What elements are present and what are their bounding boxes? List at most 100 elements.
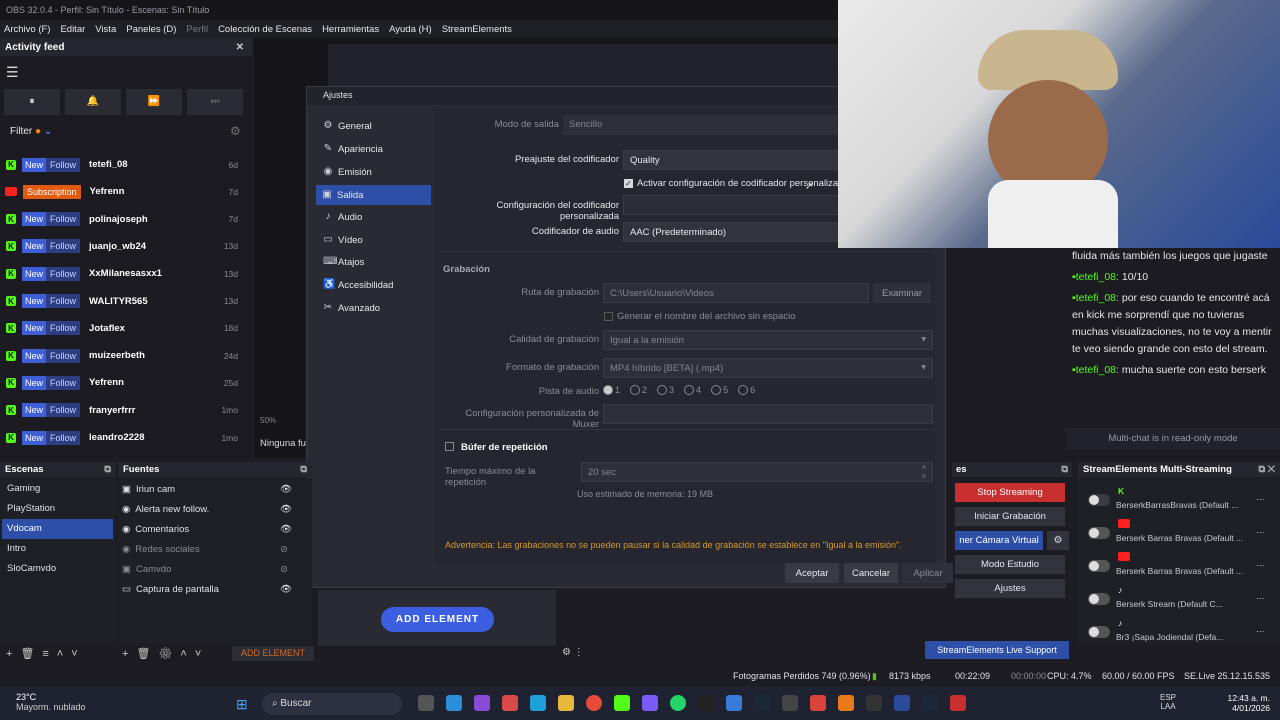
feed-row[interactable]: K New Follow Yefrenn 25d bbox=[0, 369, 238, 396]
source-item[interactable]: ▣ Iriun cam 👁 bbox=[122, 479, 302, 499]
nav-salida[interactable]: ▣ Salida bbox=[316, 185, 431, 205]
nav-accesibilidad[interactable]: ♿ Accesibilidad bbox=[317, 275, 431, 295]
search-box[interactable]: ⌕ Buscar bbox=[262, 693, 402, 715]
support-button[interactable]: StreamElements Live Support bbox=[925, 641, 1069, 659]
scene-item[interactable]: Vdocam bbox=[2, 519, 113, 539]
menu-paneles[interactable]: Paneles (D) bbox=[126, 24, 176, 35]
feed-row[interactable]: K New Follow juanjo_wb24 13d bbox=[0, 233, 238, 260]
source-item[interactable]: ▣ Camvdo ⊘ bbox=[122, 559, 302, 579]
bufer-checkbox[interactable] bbox=[445, 442, 454, 451]
pista-radio[interactable]: 4 bbox=[684, 385, 701, 395]
discord-icon[interactable] bbox=[642, 695, 658, 711]
nav-atajos[interactable]: ⌨ Atajos bbox=[317, 252, 431, 272]
trash-icon[interactable]: 🗑 bbox=[20, 648, 42, 660]
pista-radio[interactable]: 1 bbox=[603, 385, 620, 395]
camara-virtual-button[interactable]: ner Cámara Virtual bbox=[955, 531, 1043, 550]
eye-hidden-icon[interactable]: ⊘ bbox=[280, 564, 288, 575]
nav-apariencia[interactable]: ✎ Apariencia bbox=[317, 139, 431, 159]
feed-row[interactable]: K New Follow muizeerbeth 24d bbox=[0, 342, 238, 369]
cancelar-button[interactable]: Cancelar bbox=[844, 563, 898, 583]
app-icon[interactable] bbox=[838, 695, 854, 711]
modo-field[interactable]: Sencillo bbox=[563, 115, 841, 135]
steam-icon[interactable] bbox=[922, 695, 938, 711]
examinar-button[interactable]: Examinar bbox=[873, 283, 931, 303]
pista-radio[interactable]: 6 bbox=[738, 385, 755, 395]
source-item[interactable]: ◉ Alerta new follow. 👁 bbox=[122, 499, 302, 519]
down-icon[interactable]: ˅ bbox=[71, 648, 85, 660]
gear-icon[interactable]: ⚙ bbox=[230, 124, 241, 138]
windows-start-icon[interactable]: ⊞ bbox=[236, 696, 248, 713]
app-icon[interactable] bbox=[894, 695, 910, 711]
feed-row[interactable]: K New Follow polinajoseph 7d bbox=[0, 206, 238, 233]
more-icon[interactable]: ⋯ bbox=[1256, 626, 1265, 637]
skip-button[interactable]: ⏩ bbox=[126, 89, 182, 115]
taskview-icon[interactable] bbox=[418, 695, 434, 711]
menu-editar[interactable]: Editar bbox=[60, 24, 85, 35]
nav-emision[interactable]: ◉ Emisión bbox=[317, 162, 431, 182]
feed-row[interactable]: Subscription Yefrenn 7d bbox=[0, 178, 238, 205]
add-element-small-button[interactable]: ADD ELEMENT bbox=[232, 646, 314, 661]
tiempo-spinbox[interactable]: 20 sec ˄ ˅ bbox=[581, 462, 933, 482]
app-icon[interactable] bbox=[446, 695, 462, 711]
codificador-audio-select[interactable]: AAC (Predeterminado) bbox=[623, 222, 841, 242]
close-icon[interactable]: ⧉ ✕ bbox=[1258, 464, 1275, 475]
ruta-field[interactable]: C:\Users\Usuario\Videos bbox=[603, 283, 869, 303]
eye-icon[interactable]: 👁 bbox=[280, 484, 292, 495]
feed-row[interactable]: K New Follow franyerfrrr 1mo bbox=[0, 397, 238, 424]
toggle-switch[interactable] bbox=[1088, 494, 1110, 506]
menu-perfil[interactable]: Perfil bbox=[186, 24, 208, 35]
more-icon[interactable]: ⋯ bbox=[1256, 593, 1265, 604]
source-item[interactable]: ▭ Captura de pantalla 👁 bbox=[122, 579, 302, 599]
formato-select[interactable]: MP4 híbrido [BETA] (.mp4) ▾ bbox=[603, 358, 933, 378]
up-icon[interactable]: ˄ bbox=[180, 648, 194, 660]
app-icon[interactable] bbox=[502, 695, 518, 711]
eye-icon[interactable]: 👁 bbox=[280, 584, 292, 595]
ajustes-button[interactable]: Ajustes bbox=[955, 579, 1065, 598]
eye-hidden-icon[interactable]: ⊘ bbox=[280, 544, 288, 555]
bell-icon[interactable]: 🔔 bbox=[65, 89, 121, 115]
feed-row[interactable]: K New Follow tetefi_08 6d bbox=[0, 151, 238, 178]
calidad-select[interactable]: Igual a la emisión ▾ bbox=[603, 330, 933, 350]
chrome-icon[interactable] bbox=[586, 695, 602, 711]
filter-button[interactable]: Filter ● ⌄ bbox=[10, 126, 52, 137]
app-icon[interactable] bbox=[950, 695, 966, 711]
gear-icon[interactable]: ⚙ bbox=[158, 648, 180, 660]
close-icon[interactable]: ✕ bbox=[236, 42, 244, 53]
filter-icon[interactable]: ≡ bbox=[42, 648, 56, 660]
aplicar-button[interactable]: Aplicar bbox=[903, 563, 953, 583]
menu-herramientas[interactable]: Herramientas bbox=[322, 24, 379, 35]
modo-estudio-button[interactable]: Modo Estudio bbox=[955, 555, 1065, 574]
app-icon[interactable] bbox=[782, 695, 798, 711]
aceptar-button[interactable]: Aceptar bbox=[785, 563, 839, 583]
menu-ayuda[interactable]: Ayuda (H) bbox=[389, 24, 432, 35]
feed-row[interactable]: K New Follow Jotaflex 18d bbox=[0, 315, 238, 342]
language-indicator[interactable]: ESP LAA bbox=[1160, 693, 1176, 711]
pista-radio[interactable]: 3 bbox=[657, 385, 674, 395]
nav-general[interactable]: ⚙ General bbox=[317, 116, 431, 136]
menu-vista[interactable]: Vista bbox=[95, 24, 116, 35]
undock-icon[interactable]: ⧉ bbox=[1061, 464, 1068, 475]
app-icon[interactable] bbox=[810, 695, 826, 711]
app-icon[interactable] bbox=[726, 695, 742, 711]
generar-checkbox[interactable] bbox=[604, 312, 613, 321]
down-icon[interactable]: ˅ bbox=[195, 648, 209, 660]
obs-icon[interactable] bbox=[866, 695, 882, 711]
eye-icon[interactable]: 👁 bbox=[280, 524, 292, 535]
scene-item[interactable]: SloCamvdo bbox=[2, 559, 113, 579]
preajuste-select[interactable]: Quality bbox=[623, 150, 841, 170]
nav-avanzado[interactable]: ✂ Avanzado bbox=[317, 298, 431, 318]
menu-archivo[interactable]: Archivo (F) bbox=[4, 24, 50, 35]
stop-streaming-button[interactable]: Stop Streaming bbox=[955, 483, 1065, 502]
config-codificador-field[interactable] bbox=[623, 195, 841, 215]
iniciar-grabacion-button[interactable]: Iniciar Grabación bbox=[955, 507, 1065, 526]
feed-row[interactable]: K New Follow WALITYR565 13d bbox=[0, 288, 238, 315]
scene-item[interactable]: Gaming bbox=[2, 479, 113, 499]
clock[interactable]: 12:43 a. m. 4/01/2026 bbox=[1200, 693, 1270, 713]
toggle-switch[interactable] bbox=[1088, 593, 1110, 605]
trash-icon[interactable]: 🗑 bbox=[136, 648, 158, 660]
nav-video[interactable]: ▭ Vídeo bbox=[317, 230, 431, 250]
activar-checkbox[interactable]: ✓ bbox=[624, 179, 633, 188]
menu-escenas[interactable]: Colección de Escenas bbox=[218, 24, 312, 35]
undock-icon[interactable]: ⧉ bbox=[300, 464, 307, 475]
source-item[interactable]: ◉ Comentarios 👁 bbox=[122, 519, 302, 539]
